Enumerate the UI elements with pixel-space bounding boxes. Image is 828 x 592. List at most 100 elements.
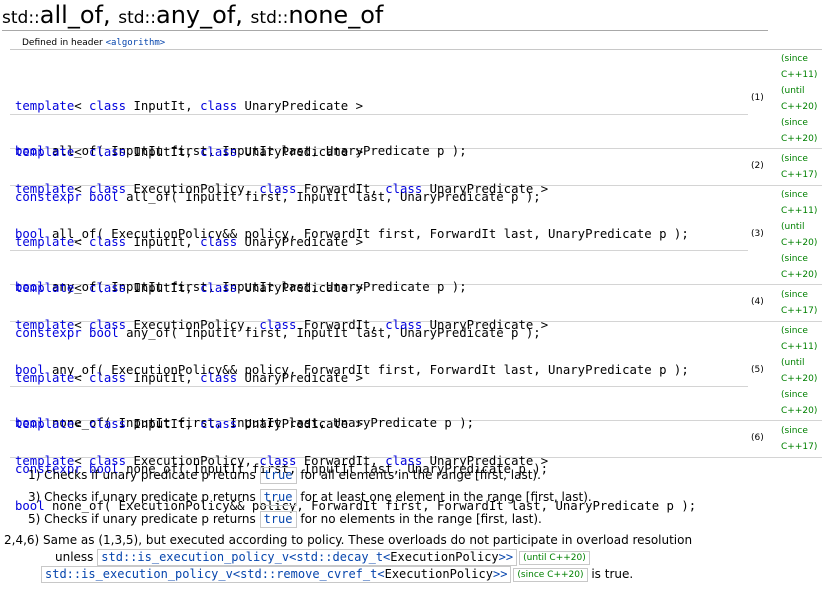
cpp-keyword: class: [89, 454, 127, 468]
version-info: (since C++11) (until C++20) (since C++20…: [781, 187, 825, 283]
version-text: C++11): [781, 206, 818, 216]
version-text: (since: [781, 190, 808, 200]
trait-arg: ExecutionPolicy: [384, 567, 493, 581]
header-link[interactable]: <algorithm>: [106, 38, 166, 48]
desc-text: for all elements in the range [first, la…: [300, 468, 541, 482]
version-info: (since C++11) (until C++20) (since C++20…: [781, 323, 825, 419]
version-text: C++20): [781, 238, 818, 248]
version-info: (since C++17): [781, 151, 825, 183]
trait-name: std::is_execution_policy_v: [101, 550, 290, 564]
cpp-keyword: class: [89, 318, 127, 332]
trait-inner: std::decay_t: [296, 550, 384, 564]
title-sep-2: ,: [235, 1, 251, 29]
trait-inner: std::remove_cvref_t: [240, 567, 378, 581]
cpp-keyword: class: [259, 182, 297, 196]
title-name-all-of: all_of: [39, 1, 103, 29]
version-text: (since: [781, 54, 808, 64]
code-line: template< class InputIt, class UnaryPred…: [15, 371, 364, 385]
version-info: (since C++17): [781, 287, 825, 319]
overload-number: (5): [751, 365, 764, 375]
desc-number: 2,4,6): [4, 533, 40, 547]
version-text: C++20): [781, 374, 818, 384]
code-line: template< class InputIt, class UnaryPred…: [15, 235, 364, 249]
version-text: (until: [781, 86, 805, 96]
description-5: 5) Checks if unary predicate p returns t…: [28, 511, 542, 528]
desc-text: for no elements in the range [first, las…: [300, 512, 542, 526]
version-text: C++20): [781, 134, 818, 144]
header-info: Defined in header <algorithm>: [22, 38, 165, 48]
version-tag: (since C++20): [513, 567, 588, 582]
cpp-keyword: template: [15, 99, 75, 113]
version-text: (until: [781, 358, 805, 368]
overload-number: (4): [751, 297, 764, 307]
version-text: C++20): [781, 270, 818, 280]
cpp-keyword: template: [15, 235, 75, 249]
title-divider: [2, 30, 768, 31]
version-info: (since C++17): [781, 423, 825, 455]
condition-until-cpp20[interactable]: std::is_execution_policy_v<std::decay_t<…: [97, 549, 518, 566]
condition-line-1: unless std::is_execution_policy_v<std::d…: [55, 549, 590, 566]
version-text: (since: [781, 118, 808, 128]
cpp-keyword: template: [15, 182, 75, 196]
desc-number: 1): [28, 468, 41, 482]
cpp-keyword: class: [200, 99, 238, 113]
trait-name: std::is_execution_policy_v: [45, 567, 233, 581]
desc-text: Same as (1,3,5), but executed according …: [43, 533, 693, 547]
version-text: C++20): [781, 406, 818, 416]
version-text: (since: [781, 426, 808, 436]
keyword-true[interactable]: true: [259, 467, 297, 484]
cpp-keyword: class: [200, 235, 238, 249]
cpp-keyword: class: [259, 454, 297, 468]
version-info: (since C++11) (until C++20) (since C++20…: [781, 51, 825, 147]
version-text: C++17): [781, 306, 818, 316]
cpp-keyword: class: [385, 318, 423, 332]
version-text: C++20): [781, 102, 818, 112]
keyword-true[interactable]: true: [259, 489, 297, 506]
overload-number: (3): [751, 229, 764, 239]
version-text: (since: [781, 154, 808, 164]
version-text: C++11): [781, 342, 818, 352]
desc-text: for at least one element in the range [f…: [300, 490, 592, 504]
condition-line-2: std::is_execution_policy_v<std::remove_c…: [41, 566, 633, 583]
reference-page: std::all_of, std::any_of, std::none_of D…: [0, 0, 828, 592]
version-text: C++17): [781, 442, 818, 452]
title-sep-1: ,: [102, 1, 119, 29]
title-name-any-of: any_of: [156, 1, 236, 29]
version-text: (since: [781, 390, 808, 400]
code-line: template< class InputIt, class UnaryPred…: [15, 99, 364, 113]
cpp-keyword: template: [15, 371, 75, 385]
version-text: C++11): [781, 70, 818, 80]
desc-text: Checks if unary predicate p returns: [44, 490, 256, 504]
cpp-keyword: class: [89, 99, 127, 113]
desc-text: Checks if unary predicate p returns: [44, 468, 256, 482]
title-ns-3: std::: [250, 8, 289, 28]
desc-text: is true.: [591, 567, 634, 581]
keyword-true[interactable]: true: [259, 511, 297, 528]
cpp-keyword: template: [15, 454, 75, 468]
overload-number: (2): [751, 161, 764, 171]
cpp-keyword: template: [15, 318, 75, 332]
code-line: template< class ExecutionPolicy, class F…: [15, 318, 549, 332]
cpp-keyword: class: [89, 235, 127, 249]
version-text: (until: [781, 222, 805, 232]
title-ns-2: std::: [118, 8, 157, 28]
description-1: 1) Checks if unary predicate p returns t…: [28, 467, 541, 484]
overload-number: (6): [751, 433, 764, 443]
cpp-keyword: class: [89, 371, 127, 385]
desc-text: Checks if unary predicate p returns: [44, 512, 256, 526]
version-text: (since: [781, 254, 808, 264]
version-text: C++17): [781, 170, 818, 180]
cpp-keyword: class: [385, 454, 423, 468]
title-ns-1: std::: [2, 8, 40, 28]
description-246: 2,4,6) Same as (1,3,5), but executed acc…: [4, 533, 692, 547]
version-text: (since: [781, 290, 808, 300]
desc-number: 3): [28, 490, 41, 504]
cpp-keyword: class: [200, 371, 238, 385]
version-text: (since: [781, 326, 808, 336]
trait-arg: ExecutionPolicy: [390, 550, 499, 564]
condition-since-cpp20[interactable]: std::is_execution_policy_v<std::remove_c…: [41, 566, 512, 583]
code-line: template< class ExecutionPolicy, class F…: [15, 182, 549, 196]
desc-number: 5): [28, 512, 41, 526]
declarations-top-divider: [10, 49, 822, 50]
description-3: 3) Checks if unary predicate p returns t…: [28, 489, 592, 506]
